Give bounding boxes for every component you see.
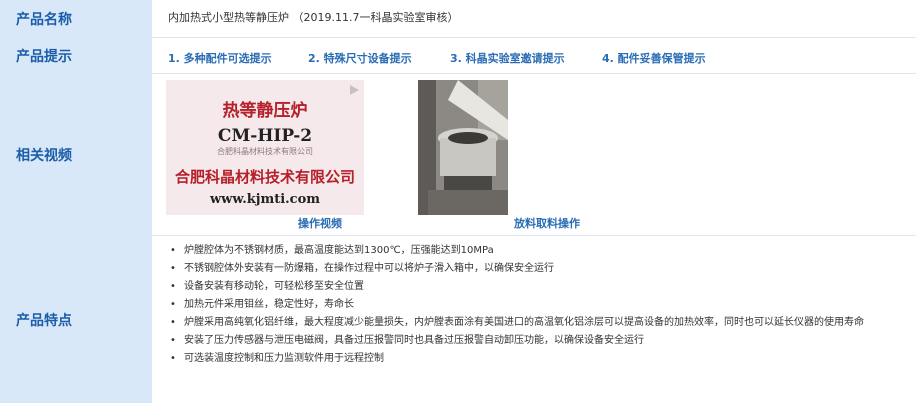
label-related-videos: 相关视频 xyxy=(0,74,152,235)
bullet-icon: • xyxy=(170,299,176,310)
tip-link-accessories[interactable]: 1. 多种配件可选提示 xyxy=(168,50,272,66)
video-caption-loading[interactable]: 放料取料操作 xyxy=(514,215,580,231)
bullet-icon: • xyxy=(170,335,176,346)
video-model-line: CM-HIP-2 xyxy=(217,126,313,146)
row-product-name: 产品名称 内加热式小型热等静压炉 （2019.11.7一科晶实验室审核） xyxy=(0,0,916,38)
bullet-icon: • xyxy=(170,353,176,364)
bullet-icon: • xyxy=(170,281,176,292)
tip-link-lab-invite[interactable]: 3. 科晶实验室邀请提示 xyxy=(450,50,565,66)
feature-item: • 可选装温度控制和压力监测软件用于远程控制 xyxy=(166,350,894,368)
bullet-icon: • xyxy=(170,317,176,328)
bullet-icon: • xyxy=(170,245,176,256)
feature-item: • 加热元件采用钼丝，稳定性好，寿命长 xyxy=(166,296,894,314)
feature-item: • 设备安装有移动轮，可轻松移至安全位置 xyxy=(166,278,894,296)
play-icon xyxy=(350,85,359,95)
product-name-value: 内加热式小型热等静压炉 （2019.11.7一科晶实验室审核） xyxy=(168,11,459,24)
product-tips-cell: 1. 多种配件可选提示 2. 特殊尺寸设备提示 3. 科晶实验室邀请提示 4. … xyxy=(166,38,916,73)
video-thumbnail-operation[interactable]: 热等静压炉 CM-HIP-2 合肥科晶材料技术有限公司 合肥科晶材料技术有限公司… xyxy=(166,80,364,215)
feature-item: • 安装了压力传感器与泄压电磁阀，具备过压报警同时也具备过压报警自动卸压功能，以确… xyxy=(166,332,894,350)
feature-item: • 不锈钢腔体外安装有一防爆箱，在操作过程中可以将炉子滑入箱中，以确保安全运行 xyxy=(166,260,894,278)
features-list: • 炉膛腔体为不锈钢材质，最高温度能达到1300℃，压强能达到10MPa • 不锈钢… xyxy=(166,242,894,368)
row-related-videos: 相关视频 热等静压炉 CM-HIP-2 合肥科晶材料技术有限公司 合肥科晶材料技… xyxy=(0,74,916,236)
row-product-tips: 产品提示 1. 多种配件可选提示 2. 特殊尺寸设备提示 3. 科晶实验室邀请提… xyxy=(0,38,916,74)
video-watermark-line: 合肥科晶材料技术有限公司 xyxy=(217,147,313,156)
feature-item: • 炉膛采用高纯氧化铝纤维，最大程度减少能量损失，内炉膛表面涂有美国进口的高温氧化… xyxy=(166,314,894,332)
video-caption-operation[interactable]: 操作视频 xyxy=(298,215,342,231)
label-product-name: 产品名称 xyxy=(0,0,152,37)
feature-item: • 炉膛腔体为不锈钢材质，最高温度能达到1300℃，压强能达到10MPa xyxy=(166,242,894,260)
bullet-icon: • xyxy=(170,263,176,274)
features-cell: • 炉膛腔体为不锈钢材质，最高温度能达到1300℃，压强能达到10MPa • 不锈钢… xyxy=(166,236,916,403)
furnace-photo-icon xyxy=(418,80,508,215)
tip-link-storage[interactable]: 4. 配件妥善保管提示 xyxy=(602,50,706,66)
video-company-line: 合肥科晶材料技术有限公司 xyxy=(174,168,355,186)
tip-link-custom-size[interactable]: 2. 特殊尺寸设备提示 xyxy=(308,50,412,66)
product-name-cell: 内加热式小型热等静压炉 （2019.11.7一科晶实验室审核） xyxy=(166,0,916,37)
video-title-line: 热等静压炉 xyxy=(222,101,308,121)
videos-cell: 热等静压炉 CM-HIP-2 合肥科晶材料技术有限公司 合肥科晶材料技术有限公司… xyxy=(166,80,916,235)
label-product-tips: 产品提示 xyxy=(0,38,152,73)
video-url-line: www.kjmti.com xyxy=(209,192,321,207)
video-thumbnail-loading[interactable] xyxy=(418,80,508,215)
label-product-features: 产品特点 xyxy=(0,236,152,403)
row-product-features: 产品特点 • 炉膛腔体为不锈钢材质，最高温度能达到1300℃，压强能达到10MPa… xyxy=(0,236,916,403)
